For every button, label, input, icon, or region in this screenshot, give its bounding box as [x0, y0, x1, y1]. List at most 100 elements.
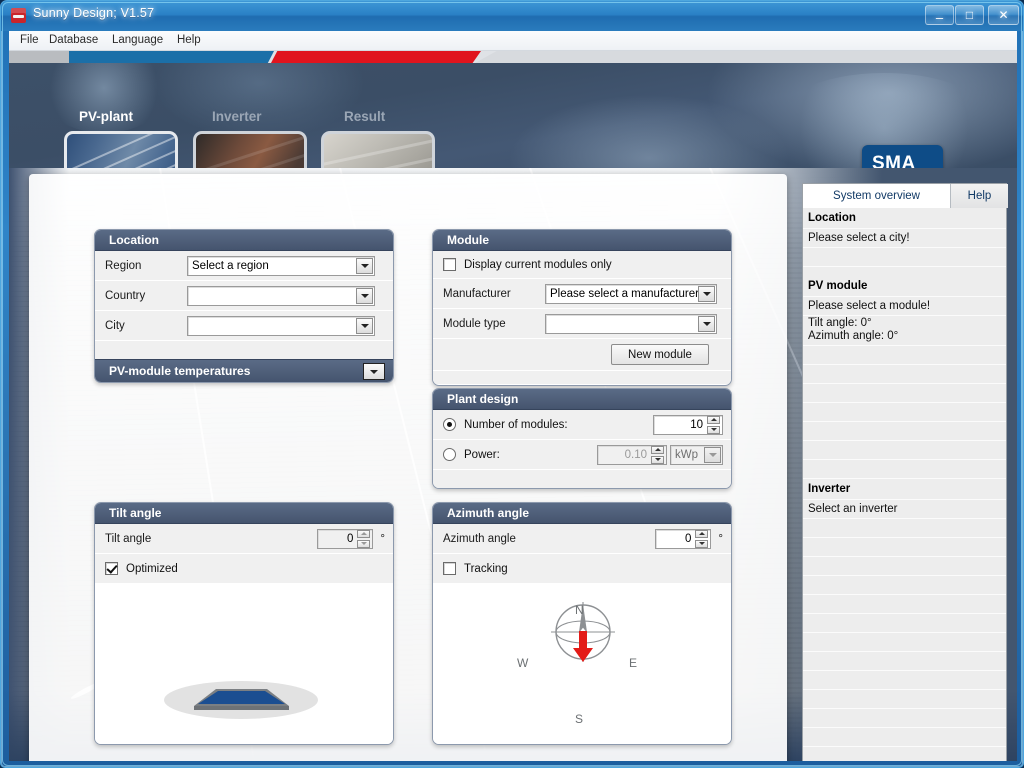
- manufacturer-row: Manufacturer Please select a manufacture…: [433, 279, 731, 309]
- sidebar-blank-row: [803, 538, 1006, 557]
- maximize-button[interactable]: □: [955, 5, 984, 25]
- power-spinner[interactable]: 0.10: [597, 444, 667, 465]
- spinner-arrows-icon[interactable]: [357, 529, 371, 548]
- module-spacer: [433, 371, 731, 384]
- minimize-button[interactable]: –: [925, 5, 954, 25]
- stripe-red: [271, 51, 481, 63]
- menu-bar: File Database Language Help: [9, 31, 1017, 51]
- sidebar-blank-row: [803, 441, 1006, 460]
- close-icon: ✕: [998, 8, 1009, 22]
- country-select[interactable]: [187, 285, 375, 306]
- spinner-arrows-icon[interactable]: [695, 529, 709, 548]
- sidebar-blank-row: [803, 248, 1006, 267]
- sidebar-blank-row: [803, 519, 1006, 538]
- menu-item-help[interactable]: Help: [172, 34, 206, 46]
- sidebar-location-text: Please select a city!: [803, 229, 1006, 248]
- chevron-down-icon[interactable]: [356, 287, 373, 304]
- tilt-angle-row: Tilt angle 0 °: [95, 524, 393, 554]
- maximize-icon: □: [965, 8, 974, 22]
- app-icon: [11, 8, 26, 23]
- sidebar-blank-row: [803, 728, 1006, 747]
- nav-thumbnail-inverter[interactable]: [193, 131, 307, 168]
- compass-label-east: E: [629, 656, 638, 670]
- chevron-down-icon[interactable]: [356, 257, 373, 274]
- tab-help[interactable]: Help: [951, 184, 1008, 208]
- number-of-modules-spinner[interactable]: 10: [653, 414, 723, 435]
- system-overview-sidebar: System overview Help Location Please sel…: [802, 183, 1008, 761]
- pv-module-temperatures-header[interactable]: PV-module temperatures: [95, 359, 393, 382]
- sidebar-azimuth-angle-text: Azimuth angle: 0°: [803, 330, 1006, 346]
- chevron-down-icon[interactable]: [698, 285, 715, 302]
- azimuth-angle-spinner[interactable]: 0: [655, 528, 712, 549]
- region-value: Select a region: [192, 259, 269, 272]
- menu-item-language[interactable]: Language: [107, 34, 168, 46]
- spinner-arrows-icon[interactable]: [707, 415, 720, 434]
- manufacturer-select[interactable]: Please select a manufacturer!: [545, 283, 717, 304]
- client-area: File Database Language Help PV-plant Inv…: [9, 31, 1017, 761]
- stripe-light-gray: [475, 51, 1017, 63]
- azimuth-angle-value: 0: [684, 532, 692, 545]
- sma-logo-text: SMA: [872, 153, 916, 168]
- tilt-angle-label: Tilt angle: [105, 532, 152, 545]
- optimized-checkbox[interactable]: [105, 562, 118, 575]
- chevron-down-icon[interactable]: [698, 315, 715, 332]
- chevron-down-icon[interactable]: [704, 446, 721, 463]
- display-current-modules-label: Display current modules only: [464, 258, 612, 271]
- number-of-modules-row: Number of modules: 10: [433, 410, 731, 440]
- sidebar-blank-row: [803, 595, 1006, 614]
- location-city-row: City: [95, 311, 393, 341]
- pv-module-temperatures-title: PV-module temperatures: [109, 364, 251, 378]
- tilt-angle-title: Tilt angle: [95, 503, 393, 524]
- display-current-modules-row: Display current modules only: [433, 251, 731, 279]
- expand-collapse-icon[interactable]: [363, 363, 385, 380]
- brand-stripe-bar: [9, 51, 1017, 63]
- nav-thumbnail-pv-plant[interactable]: [64, 131, 178, 168]
- module-type-row: Module type: [433, 309, 731, 339]
- sidebar-blank-row: [803, 633, 1006, 652]
- azimuth-angle-label: Azimuth angle: [443, 532, 516, 545]
- menu-item-database[interactable]: Database: [44, 34, 103, 46]
- number-of-modules-radio[interactable]: [443, 418, 456, 431]
- tilt-angle-spinner[interactable]: 0: [317, 528, 374, 549]
- module-type-select[interactable]: [545, 313, 717, 334]
- power-unit-select[interactable]: kWp: [670, 444, 723, 465]
- nav-label-result[interactable]: Result: [344, 109, 385, 124]
- optimized-row: Optimized: [95, 554, 393, 584]
- number-of-modules-value: 10: [690, 418, 703, 431]
- sidebar-tabs: System overview Help: [803, 184, 1008, 208]
- module-group: Module Display current modules only Manu…: [432, 229, 732, 386]
- new-module-button[interactable]: New module: [611, 344, 709, 365]
- nav-label-pv-plant[interactable]: PV-plant: [79, 109, 133, 124]
- compass-label-west: W: [517, 656, 529, 670]
- sidebar-blank-row: [803, 690, 1006, 709]
- title-bar: Sunny Design; V1.57 – □ ✕: [1, 1, 1023, 31]
- compass-label-north: N: [575, 603, 584, 617]
- header-banner: PV-plant Inverter Result 1 2 3 SMA: [9, 63, 1017, 168]
- region-select[interactable]: Select a region: [187, 255, 375, 276]
- nav-thumbnail-result[interactable]: [321, 131, 435, 168]
- minimize-icon: –: [935, 10, 944, 25]
- country-label: Country: [105, 289, 146, 302]
- nav-label-inverter[interactable]: Inverter: [212, 109, 262, 124]
- spinner-arrows-icon[interactable]: [651, 445, 664, 464]
- tracking-row: Tracking: [433, 554, 731, 584]
- stripe-gray: [9, 51, 69, 63]
- menu-item-file[interactable]: File: [15, 34, 44, 46]
- sidebar-blank-row: [803, 422, 1006, 441]
- new-module-row: New module: [433, 339, 731, 371]
- sidebar-blank-row: [803, 460, 1006, 479]
- sidebar-blank-row: [803, 403, 1006, 422]
- manufacturer-value: Please select a manufacturer!: [550, 287, 703, 300]
- sidebar-blank-row: [803, 384, 1006, 403]
- application-window: Sunny Design; V1.57 – □ ✕ File Database …: [0, 0, 1024, 768]
- city-select[interactable]: [187, 315, 375, 336]
- power-radio[interactable]: [443, 448, 456, 461]
- close-button[interactable]: ✕: [988, 5, 1019, 25]
- chevron-down-icon[interactable]: [356, 317, 373, 334]
- display-current-modules-checkbox[interactable]: [443, 258, 456, 271]
- manufacturer-label: Manufacturer: [443, 287, 511, 300]
- tab-system-overview[interactable]: System overview: [803, 184, 951, 208]
- plant-design-group: Plant design Number of modules: 10 Power…: [432, 388, 732, 489]
- tilt-angle-value: 0: [346, 532, 354, 545]
- tracking-checkbox[interactable]: [443, 562, 456, 575]
